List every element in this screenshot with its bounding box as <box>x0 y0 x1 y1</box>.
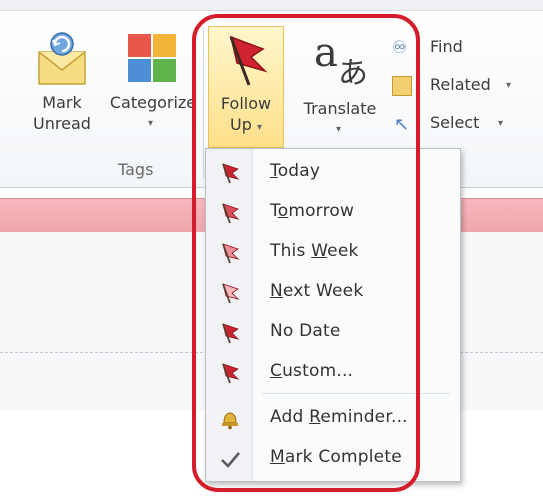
chevron-down-icon: ▾ <box>148 118 154 129</box>
tags-group-label: Tags <box>118 160 154 179</box>
mark-unread-label-line2: Unread <box>33 114 91 133</box>
find-label: Find <box>430 37 463 56</box>
title-strip <box>0 0 543 10</box>
mark-unread-label-line1: Mark <box>42 93 82 112</box>
color-categories-icon <box>128 34 176 82</box>
envelope-icon <box>38 32 86 85</box>
chevron-down-icon: ▾ <box>498 118 504 129</box>
mark-unread-button[interactable]: Mark Unread <box>24 26 100 146</box>
chevron-down-icon: ▾ <box>506 80 512 91</box>
highlight-ring <box>192 14 420 492</box>
categorize-button[interactable]: Categorize ▾ <box>104 26 202 148</box>
select-label: Select <box>430 113 480 132</box>
related-label: Related <box>430 75 491 94</box>
categorize-label: Categorize <box>109 93 197 112</box>
